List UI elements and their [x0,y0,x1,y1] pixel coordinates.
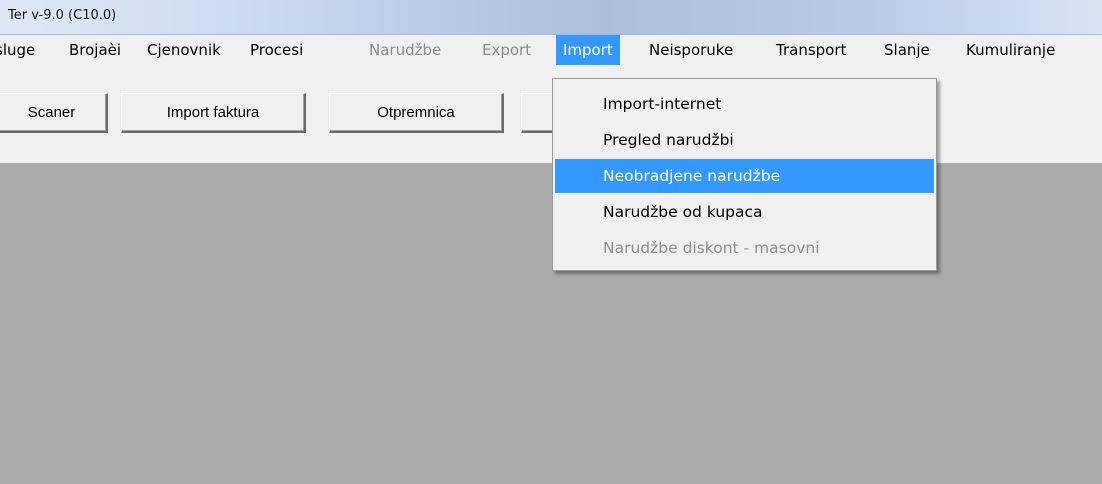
menu-item-kumuliranje[interactable]: Kumuliranje [959,35,1062,65]
otpremnica-button[interactable]: Otpremnica [329,93,504,133]
menu-item-cjenovnik[interactable]: Cjenovnik [140,35,228,65]
import-faktura-button[interactable]: Import faktura [121,93,306,133]
menu-item-import[interactable]: Import [556,35,620,65]
menu-bar: sluge Brojaèi Cjenovnik Procesi Narudžbe… [0,35,1102,65]
menu-item-export[interactable]: Export [475,35,538,65]
workspace-area [0,164,1102,484]
menu-item-usluge[interactable]: sluge [0,35,42,65]
window-title: Ter v-9.0 (C10.0) [8,8,117,23]
scaner-button[interactable]: Scaner [0,93,108,133]
menu-item-transport[interactable]: Transport [769,35,853,65]
menu-item-procesi[interactable]: Procesi [243,35,310,65]
title-bar[interactable]: Ter v-9.0 (C10.0) [0,0,1102,35]
menu-item-slanje[interactable]: Slanje [877,35,937,65]
menu-item-narudzbe[interactable]: Narudžbe [362,35,448,65]
menu-option-pregled-narudzbi[interactable]: Pregled narudžbi [555,123,934,157]
menu-item-neisporuke[interactable]: Neisporuke [642,35,740,65]
menu-item-brojaci[interactable]: Brojaèi [62,35,128,65]
menu-option-import-internet[interactable]: Import-internet [555,87,934,121]
